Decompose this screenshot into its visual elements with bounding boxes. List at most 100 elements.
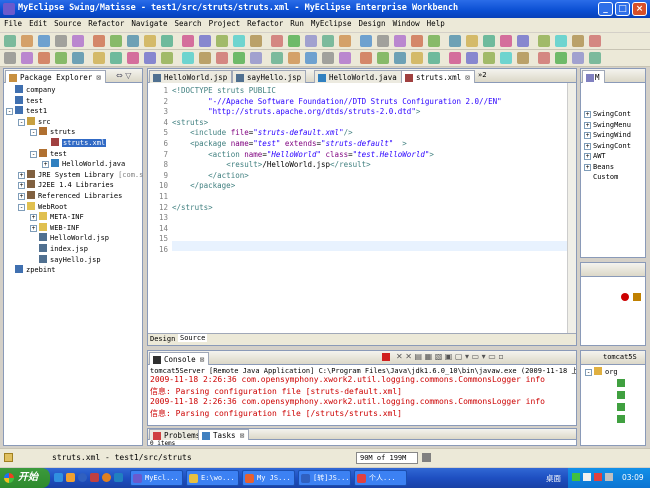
servers-tab-label[interactable]: tomcat5S (603, 353, 637, 361)
xml-editor[interactable]: 1 <!DOCTYPE struts PUBLIC 2 "-//Apache Sof… (148, 83, 576, 333)
palette-item[interactable]: Custom (584, 172, 618, 182)
start-button[interactable]: 开始 (0, 468, 50, 488)
toolbar-button-icon[interactable] (466, 35, 478, 47)
tree-item[interactable]: + META-INF (30, 212, 84, 222)
toolbar-button-icon[interactable] (538, 35, 550, 47)
toolbar-button-icon[interactable] (500, 35, 512, 47)
collapse-icon[interactable]: - (6, 108, 13, 116)
toolbar-button-icon[interactable] (555, 52, 567, 64)
editor-tab[interactable]: struts.xml ⊠ (401, 70, 475, 83)
palette-item[interactable]: + SwingMenu (584, 120, 631, 130)
toolbar-button-icon[interactable] (428, 52, 440, 64)
toolbar-button-icon[interactable] (339, 35, 351, 47)
tab-design[interactable]: Design (150, 335, 175, 343)
toolbar-button-icon[interactable] (500, 52, 512, 64)
expand-icon[interactable]: + (584, 121, 591, 129)
tab-tasks[interactable]: Tasks ⊠ (198, 429, 250, 440)
server-node[interactable]: - org (585, 367, 618, 377)
tree-item[interactable]: test (6, 95, 43, 106)
menu-help[interactable]: Help (424, 18, 448, 29)
menu-myeclipse[interactable]: MyEclipse (308, 18, 355, 29)
editor-overflow-icon[interactable]: »2 (478, 71, 487, 79)
quicklaunch-icon[interactable] (54, 473, 63, 482)
toolbar-button-icon[interactable] (483, 52, 495, 64)
close-icon[interactable]: ⊠ (240, 431, 245, 440)
tree-item[interactable]: struts.xml (42, 138, 107, 148)
taskbar-button[interactable]: 个人... (354, 470, 407, 486)
toolbar-button-icon[interactable] (322, 35, 334, 47)
expand-icon[interactable]: + (584, 132, 591, 139)
expand-icon[interactable]: + (42, 161, 49, 169)
palette-item[interactable]: + SwingCont (584, 109, 631, 119)
toolbar-button-icon[interactable] (144, 35, 156, 47)
toolbar-button-icon[interactable] (110, 35, 122, 47)
stop-icon[interactable] (621, 293, 629, 301)
maximize-button[interactable]: □ (615, 2, 630, 16)
console-toolbar-icons[interactable]: ✕ ✕ ▤ ▦ ▧ ▣ ▢ ▾ ▭ ▾ ▭ ▫ (396, 352, 504, 361)
toolbar-button-icon[interactable] (271, 35, 283, 47)
toolbar-button-icon[interactable] (72, 52, 84, 64)
toolbar-button-icon[interactable] (4, 52, 16, 64)
toolbar-button-icon[interactable] (55, 52, 67, 64)
tree-item[interactable]: + J2EE 1.4 Libraries (18, 180, 114, 190)
menu-edit[interactable]: Edit (26, 18, 50, 29)
toolbar-button-icon[interactable] (21, 35, 33, 47)
toolbar-button-icon[interactable] (394, 52, 406, 64)
heap-status[interactable]: 90M of 199M (356, 452, 418, 464)
tree-item[interactable]: HelloWorld.jsp (30, 233, 109, 243)
quicklaunch-icon[interactable] (90, 473, 99, 482)
toolbar-button-icon[interactable] (182, 35, 194, 47)
collapse-icon[interactable]: - (30, 129, 37, 137)
toolbar-button-icon[interactable] (517, 35, 529, 47)
tab-palette[interactable]: M (582, 70, 605, 83)
tree-item[interactable]: - test1 (6, 106, 47, 116)
toolbar-button-icon[interactable] (466, 52, 478, 64)
toolbar-button-icon[interactable] (144, 52, 156, 64)
expand-icon[interactable]: + (18, 171, 25, 179)
expand-icon[interactable]: + (584, 142, 591, 150)
tab-console[interactable]: Console ⊠ (149, 352, 210, 365)
tray-icon[interactable] (572, 473, 580, 481)
toolbar-button-icon[interactable] (288, 35, 300, 47)
quicklaunch-icon[interactable] (114, 473, 123, 482)
menu-project[interactable]: Project (206, 18, 244, 29)
menu-window[interactable]: Window (390, 18, 423, 29)
editor-tab[interactable]: HelloWorld.java (314, 70, 402, 83)
toolbar-button-icon[interactable] (411, 35, 423, 47)
minimize-button[interactable]: _ (598, 2, 613, 16)
tray-icon[interactable] (605, 473, 613, 481)
menu-file[interactable]: File (1, 18, 25, 29)
expand-icon[interactable]: + (584, 153, 591, 160)
expand-icon[interactable]: + (30, 224, 37, 232)
tray-icon[interactable] (583, 473, 591, 481)
console-output[interactable]: tomcat5Server [Remote Java Application] … (148, 365, 576, 425)
tree-item[interactable]: + JRE System Library [com.s (18, 169, 143, 180)
toolbar-button-icon[interactable] (411, 52, 423, 64)
menu-refactor[interactable]: Refactor (85, 18, 127, 29)
garbage-collect-icon[interactable] (422, 453, 431, 462)
menu-source[interactable]: Source (51, 18, 84, 29)
palette-item[interactable]: + SwingCont (584, 141, 631, 151)
toolbar-button-icon[interactable] (199, 52, 211, 64)
toolbar-button-icon[interactable] (339, 52, 351, 64)
toolbar-button-icon[interactable] (428, 35, 440, 47)
toolbar-button-icon[interactable] (377, 35, 389, 47)
tree-item[interactable]: zpebint (6, 265, 56, 275)
palette-item[interactable]: + SwingWind (584, 130, 631, 140)
toolbar-button-icon[interactable] (233, 35, 245, 47)
toolbar-button-icon[interactable] (250, 35, 262, 47)
toolbar-button-icon[interactable] (271, 52, 283, 64)
toolbar-button-icon[interactable] (4, 35, 16, 47)
menu-design[interactable]: Design (355, 18, 388, 29)
tree-item[interactable]: sayHello.jsp (30, 254, 101, 265)
suspend-icon[interactable] (633, 293, 641, 301)
editor-tab[interactable]: HelloWorld.jsp (149, 70, 233, 83)
expand-icon[interactable]: + (584, 163, 591, 171)
palette-item[interactable]: + Beans (584, 162, 614, 172)
view-menu-icon[interactable]: ⇔ ▽ (116, 71, 131, 80)
fast-view-icon[interactable] (4, 453, 13, 462)
toolbar-button-icon[interactable] (572, 52, 584, 64)
toolbar-button-icon[interactable] (360, 52, 372, 64)
taskbar-button[interactable]: MyEcl... (130, 470, 183, 486)
toolbar-button-icon[interactable] (110, 52, 122, 64)
